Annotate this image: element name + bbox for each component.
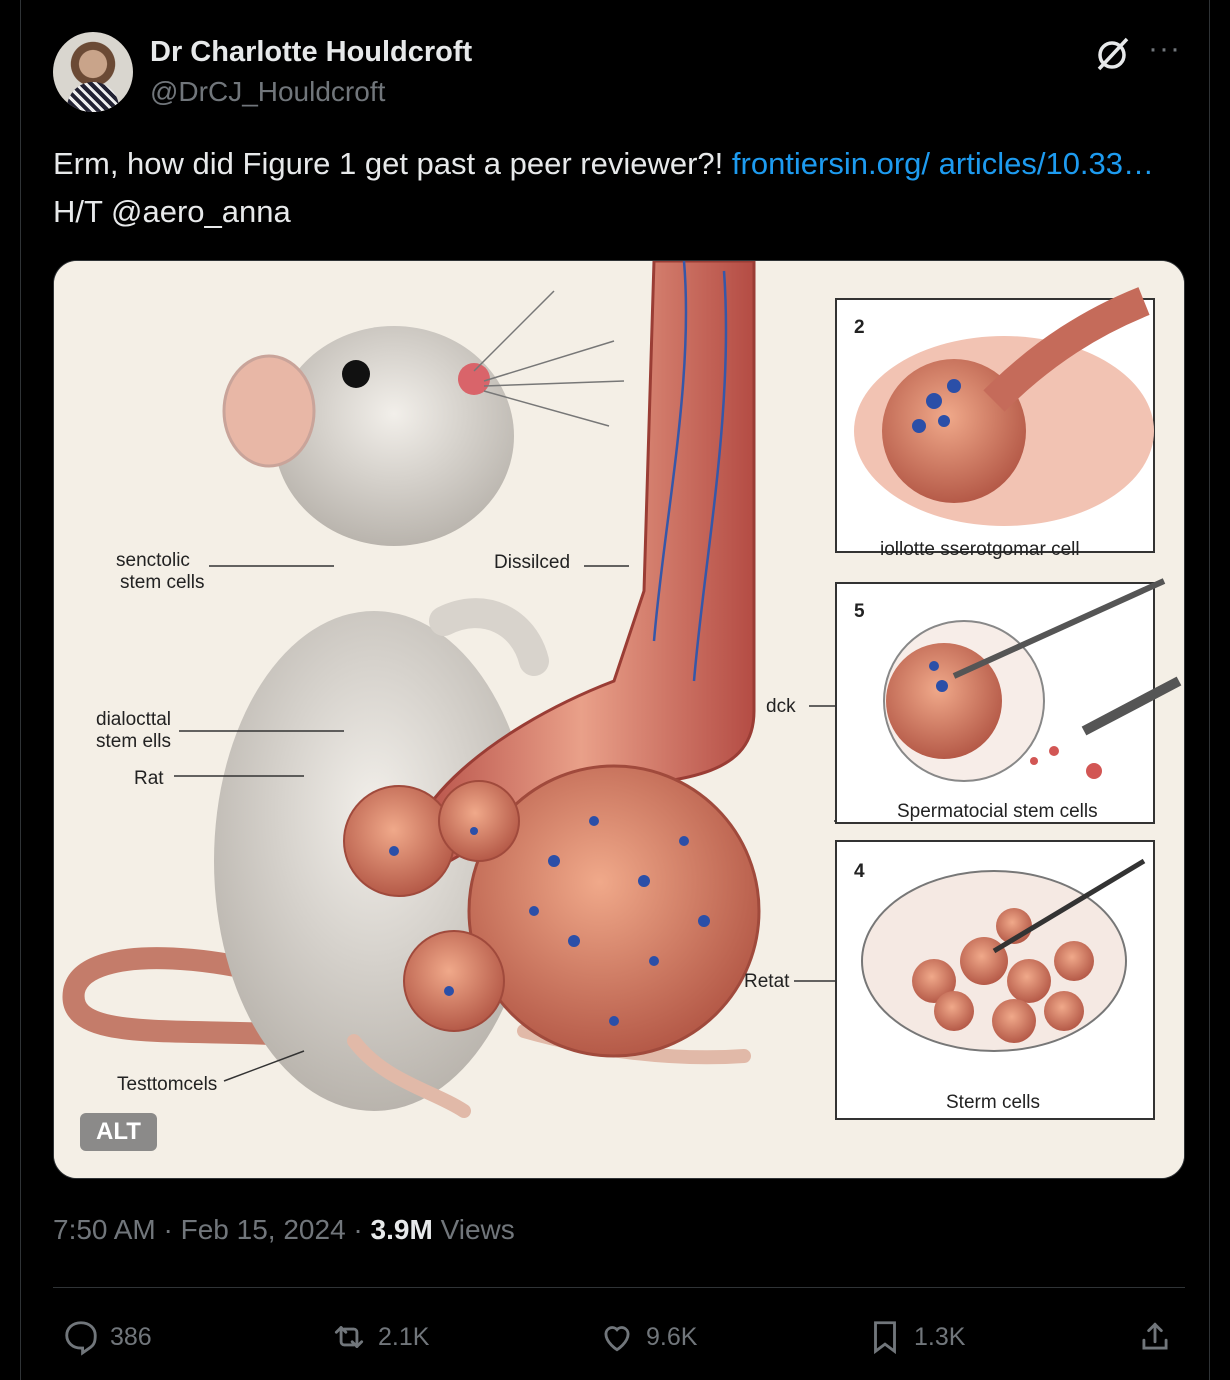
alt-text-button[interactable]: ALT	[80, 1113, 157, 1151]
meta-separator: ·	[155, 1214, 181, 1245]
repost-count: 2.1K	[378, 1322, 430, 1351]
panel-5-caption: Spermatocial stem cells	[897, 801, 1098, 822]
panel-4-number: 4	[854, 861, 865, 882]
label-dck: dck	[766, 696, 796, 717]
label-dislocttal: dialocttal	[96, 709, 171, 730]
bookmark-icon	[874, 1321, 896, 1355]
share-button[interactable]	[1136, 1318, 1174, 1356]
reply-button[interactable]: 386	[62, 1318, 152, 1356]
like-count: 9.6K	[646, 1322, 698, 1351]
repost-button[interactable]: 2.1K	[330, 1318, 429, 1356]
grok-icon[interactable]	[1093, 34, 1133, 74]
panel-4-caption: Sterm cells	[946, 1092, 1040, 1113]
tweet-text-after: H/T @aero_anna	[53, 194, 291, 229]
panel-5-number: 5	[854, 601, 865, 622]
tweet-meta: 7:50 AM · Feb 15, 2024 · 3.9M Views	[53, 1214, 515, 1246]
panel-2-number: 2	[854, 317, 865, 338]
reply-count: 386	[110, 1322, 152, 1351]
label-senctolic: senctolic	[116, 550, 190, 571]
bookmark-count: 1.3K	[914, 1322, 966, 1351]
divider	[53, 1287, 1185, 1288]
label-testtomcels: Testtomcels	[117, 1074, 218, 1095]
author-handle[interactable]: @DrCJ_Houldcroft	[150, 76, 385, 108]
rat-figure-illustration	[54, 261, 1184, 1178]
meta-separator: ·	[345, 1214, 371, 1245]
views-label: Views	[432, 1214, 515, 1245]
reply-icon	[65, 1321, 97, 1356]
label-dissiced: Dissilced	[494, 552, 571, 573]
label-retat: Retat	[744, 971, 790, 992]
label-stem-ells: stem ells	[96, 731, 171, 752]
tweet-date[interactable]: Feb 15, 2024	[181, 1214, 346, 1245]
label-rat: Rat	[134, 768, 164, 789]
panel-2-caption: iollotte sserotgomar cell	[880, 539, 1080, 560]
avatar[interactable]	[53, 32, 133, 112]
more-icon[interactable]: ···	[1148, 32, 1181, 66]
like-button[interactable]: 9.6K	[598, 1318, 697, 1356]
tweet-image[interactable]: senctolic stem cells Dissilced dialoctta…	[53, 260, 1185, 1179]
repost-icon	[334, 1326, 364, 1348]
tweet-time[interactable]: 7:50 AM	[53, 1214, 156, 1245]
bookmark-button[interactable]: 1.3K	[866, 1318, 965, 1356]
views-count: 3.9M	[370, 1214, 433, 1245]
tweet-text-before: Erm, how did Figure 1 get past a peer re…	[53, 146, 732, 181]
share-icon	[1142, 1322, 1168, 1350]
tweet-text: Erm, how did Figure 1 get past a peer re…	[53, 140, 1173, 236]
author-name[interactable]: Dr Charlotte Houldcroft	[150, 36, 472, 69]
tweet-link[interactable]: frontiersin.org/ articles/10.33…	[732, 146, 1154, 181]
label-stem-cells: stem cells	[120, 572, 205, 593]
like-icon	[604, 1326, 630, 1352]
